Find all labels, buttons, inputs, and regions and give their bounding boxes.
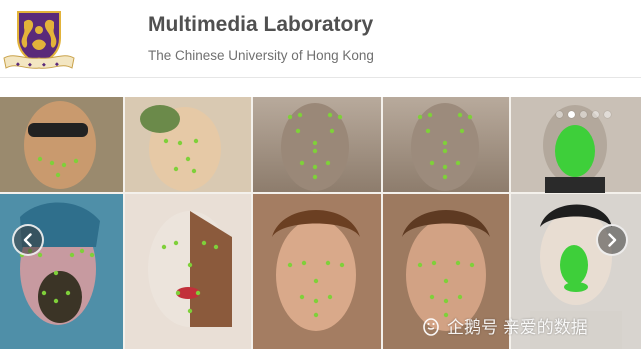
svg-text:◆: ◆	[16, 62, 20, 68]
watermark: 企鹅号 亲爱的数据	[420, 313, 588, 338]
chevron-right-icon	[608, 233, 617, 247]
image-carousel[interactable]: 企鹅号 亲爱的数据	[0, 97, 641, 349]
carousel-dot-1[interactable]	[556, 111, 563, 118]
svg-text:◆: ◆	[28, 62, 32, 68]
svg-text:◆: ◆	[55, 62, 59, 68]
watermark-text: 企鹅号 亲爱的数据	[447, 318, 588, 337]
carousel-dot-5[interactable]	[604, 111, 611, 118]
site-title[interactable]: Multimedia Laboratory	[148, 13, 373, 37]
carousel-dot-2[interactable]	[568, 111, 575, 118]
carousel-next-button[interactable]	[596, 224, 628, 256]
carousel-indicators	[556, 111, 611, 118]
svg-text:◆: ◆	[42, 62, 46, 68]
carousel-dot-4[interactable]	[592, 111, 599, 118]
site-header: ◆ ◆ ◆ ◆ Multimedia Laboratory The Chines…	[0, 0, 641, 78]
carousel-dot-3[interactable]	[580, 111, 587, 118]
cuhk-crest-logo[interactable]: ◆ ◆ ◆ ◆	[2, 8, 76, 72]
penguin-icon	[423, 317, 439, 336]
chevron-left-icon	[23, 233, 32, 247]
carousel-prev-button[interactable]	[12, 224, 44, 256]
face-landmark-collage	[0, 97, 641, 349]
site-subtitle: The Chinese University of Hong Kong	[148, 48, 374, 63]
